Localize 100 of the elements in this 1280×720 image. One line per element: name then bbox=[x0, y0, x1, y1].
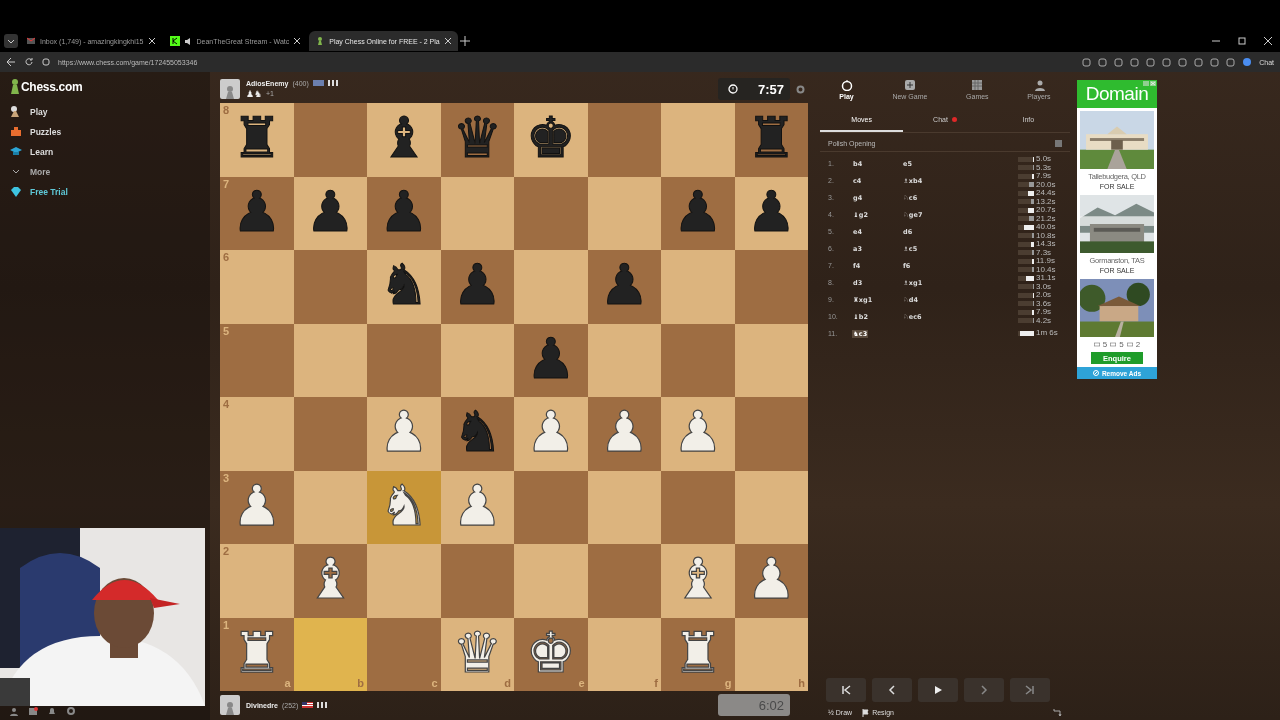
board-square[interactable] bbox=[734, 470, 808, 544]
inbox-icon[interactable] bbox=[29, 707, 38, 716]
chess-piece[interactable]: ♛ bbox=[452, 110, 503, 166]
chess-piece[interactable]: ♝ bbox=[378, 110, 429, 166]
game-clock: 7:57 bbox=[718, 78, 790, 100]
reload-icon[interactable] bbox=[24, 57, 34, 67]
board-square[interactable]: ♞ bbox=[367, 250, 441, 324]
chess-piece[interactable]: ♟ bbox=[231, 477, 282, 534]
file-label: g bbox=[724, 678, 732, 689]
next-icon bbox=[979, 685, 989, 695]
chess-piece[interactable]: ♟ bbox=[452, 257, 503, 313]
close-icon[interactable] bbox=[443, 37, 452, 45]
tab-list-icon[interactable] bbox=[4, 34, 18, 48]
board-square[interactable] bbox=[587, 470, 661, 544]
move-time: 3.6s bbox=[1036, 299, 1052, 308]
rank-label: 4 bbox=[223, 399, 230, 410]
close-icon[interactable] bbox=[1264, 37, 1272, 45]
friends-icon[interactable] bbox=[10, 707, 19, 716]
chess-piece[interactable]: ♟ bbox=[378, 183, 429, 240]
move-time: 7.9s bbox=[1036, 308, 1052, 317]
sidebar-item[interactable]: Play bbox=[10, 102, 210, 122]
board-square[interactable] bbox=[587, 323, 661, 397]
captured-pieces: ♟♞ bbox=[246, 88, 262, 99]
board-square[interactable]: ♟ bbox=[734, 176, 808, 250]
last-move-button[interactable] bbox=[1010, 678, 1050, 702]
back-icon[interactable] bbox=[6, 57, 16, 67]
flag-icon bbox=[302, 702, 314, 708]
new-tab-icon[interactable] bbox=[459, 36, 470, 46]
chess-logo[interactable]: Chess.com bbox=[10, 78, 210, 94]
board-square[interactable]: ♟ bbox=[293, 176, 367, 250]
close-icon[interactable] bbox=[293, 37, 302, 45]
bell-icon[interactable] bbox=[48, 707, 57, 716]
pawn-icon bbox=[10, 106, 22, 118]
chess-piece[interactable]: ♟ bbox=[525, 330, 576, 387]
board-square[interactable]: ♛ bbox=[440, 103, 514, 177]
minimize-icon[interactable] bbox=[1212, 37, 1220, 45]
file-label: c bbox=[431, 678, 438, 689]
chess-piece[interactable]: ♟ bbox=[231, 183, 282, 240]
next-button[interactable] bbox=[964, 678, 1004, 702]
chess-piece[interactable]: ♜ bbox=[672, 624, 723, 681]
chess-piece[interactable]: ♞ bbox=[452, 404, 503, 460]
chess-piece[interactable]: ♟ bbox=[746, 551, 797, 607]
chess-piece[interactable]: ♟ bbox=[746, 183, 797, 240]
move-time: 24.4s bbox=[1036, 189, 1056, 198]
move-time: 10.8s bbox=[1036, 231, 1056, 240]
game-clock: 6:02 bbox=[718, 694, 790, 716]
chess-piece[interactable]: ♚ bbox=[525, 624, 576, 681]
settings-icon[interactable] bbox=[67, 707, 76, 716]
rank-label: 1 bbox=[223, 619, 230, 631]
feature-count: 5 bbox=[1102, 340, 1108, 349]
move-time: 13.2s bbox=[1036, 197, 1056, 206]
board-square[interactable] bbox=[440, 323, 514, 397]
pawn-icon bbox=[10, 78, 20, 94]
move-time: 7.9s bbox=[1036, 172, 1052, 181]
board-square[interactable]: ♟ bbox=[661, 176, 735, 250]
flag-icon bbox=[312, 80, 324, 86]
board-square[interactable]: ♟ bbox=[587, 250, 661, 324]
board-square[interactable]: ♟ bbox=[367, 176, 441, 250]
board-square[interactable]: ♝ bbox=[367, 103, 441, 177]
chess-piece[interactable]: ♟ bbox=[672, 183, 723, 240]
board-square[interactable]: ♝ bbox=[293, 544, 367, 618]
board-square[interactable]: ♟ bbox=[440, 250, 514, 324]
move-time: 1m 6s bbox=[1036, 329, 1058, 338]
file-label: d bbox=[504, 678, 511, 689]
board-square[interactable] bbox=[734, 323, 808, 397]
sidebar-item[interactable]: Learn bbox=[10, 142, 210, 162]
board-square[interactable] bbox=[587, 176, 661, 250]
chess-piece[interactable]: ♟ bbox=[599, 257, 650, 313]
restore-icon[interactable] bbox=[1238, 37, 1246, 45]
board-square[interactable] bbox=[293, 323, 367, 397]
board-square[interactable]: ♟ bbox=[734, 544, 808, 618]
file-label: h bbox=[798, 678, 805, 689]
first-move-button[interactable] bbox=[826, 678, 866, 702]
chess-piece[interactable]: ♜ bbox=[231, 624, 282, 681]
chess-piece[interactable]: ♜ bbox=[231, 110, 282, 166]
chess-piece[interactable]: ♚ bbox=[525, 110, 576, 166]
rank-label: 3 bbox=[223, 472, 230, 484]
chess-piece[interactable]: ♟ bbox=[305, 183, 356, 240]
grid-icon bbox=[971, 79, 984, 91]
board-square[interactable]: ♟ bbox=[587, 397, 661, 471]
assistant-icon[interactable] bbox=[1242, 57, 1253, 67]
sidebar-item[interactable]: Puzzles bbox=[10, 122, 210, 142]
board-square[interactable]: ♜ bbox=[734, 103, 808, 177]
board-square[interactable]: ♟ bbox=[514, 323, 588, 397]
no-ads-icon bbox=[1092, 370, 1099, 376]
board-square[interactable] bbox=[293, 470, 367, 544]
chess-piece[interactable]: ♟ bbox=[599, 404, 650, 460]
board-square[interactable]: ♞ bbox=[440, 397, 514, 471]
chess-piece[interactable]: ♜ bbox=[746, 110, 797, 166]
chess-piece[interactable]: ♝ bbox=[305, 551, 356, 607]
move-time: 7.3s bbox=[1036, 248, 1052, 257]
play-button[interactable] bbox=[918, 678, 958, 702]
board-square[interactable] bbox=[440, 176, 514, 250]
board-square[interactable]: ♚ bbox=[514, 103, 588, 177]
chess-piece[interactable]: ♞ bbox=[378, 257, 429, 313]
previous-button[interactable] bbox=[872, 678, 912, 702]
settings-icon[interactable] bbox=[796, 84, 805, 94]
close-icon[interactable] bbox=[147, 37, 156, 45]
sidebar-item[interactable]: More bbox=[10, 162, 210, 182]
sidebar-item[interactable]: Free Trial bbox=[10, 182, 210, 202]
